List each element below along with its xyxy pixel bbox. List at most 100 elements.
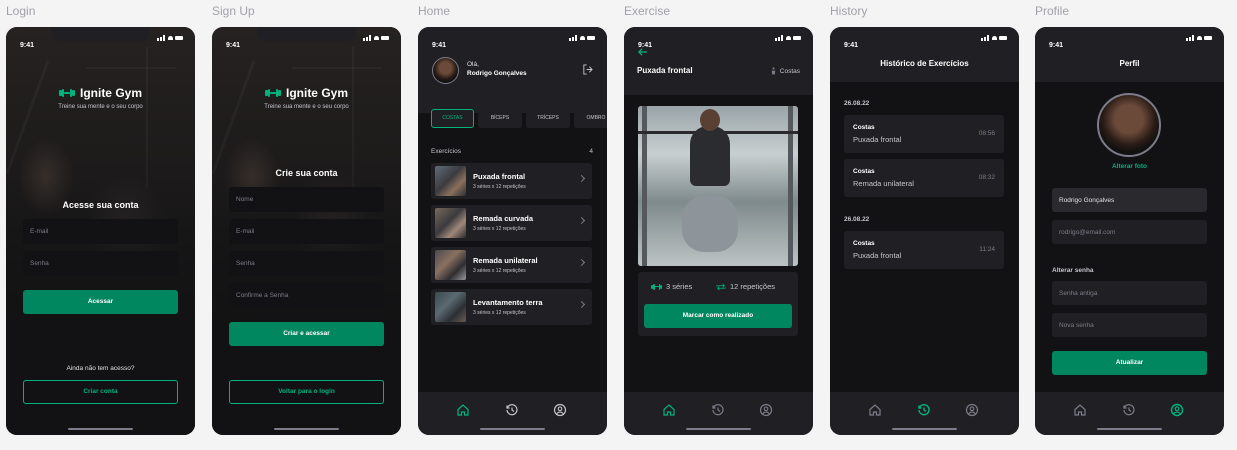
email-field[interactable]: E-mail	[23, 219, 178, 244]
series-info: 3 séries	[651, 282, 692, 291]
history-item: Costas Remada unilateral 08:32	[844, 159, 1004, 197]
history-item: Costas Puxada frontal 11:24	[844, 231, 1004, 269]
password-field[interactable]: Senha	[23, 251, 178, 276]
home-icon[interactable]	[1073, 403, 1087, 417]
email-field[interactable]: E-mail	[229, 219, 384, 244]
status-bar: 9:41	[638, 34, 801, 49]
mark-done-button[interactable]: Marcar como realizado	[644, 304, 792, 328]
frame-label-home: Home	[418, 4, 451, 18]
exercise-name: Puxada frontal	[473, 172, 526, 181]
exercise-card[interactable]: Levantamento terra 3 séries x 12 repetiç…	[431, 289, 592, 325]
dumbbell-icon	[264, 89, 281, 97]
brand-tagline: Treine sua mente e o seu corpo	[264, 104, 349, 110]
chevron-right-icon	[577, 300, 586, 309]
signup-title: Crie sua conta	[275, 168, 338, 178]
profile-icon[interactable]	[965, 403, 979, 417]
status-bar: 9:41	[226, 34, 389, 49]
group-chip-triceps[interactable]: tríceps	[526, 109, 570, 128]
history-item-group: Costas	[853, 240, 875, 247]
exercise-meta: 3 séries x 12 repetições	[473, 268, 526, 274]
history-item-name: Puxada frontal	[853, 135, 902, 144]
exercise-card[interactable]: Puxada frontal 3 séries x 12 repetições	[431, 163, 592, 199]
home-icon[interactable]	[662, 403, 676, 417]
home-icon[interactable]	[868, 403, 882, 417]
login-screen: 9:41 Ignite Gym Treine sua mente e o seu…	[6, 27, 195, 435]
status-time: 9:41	[638, 42, 653, 49]
status-icons	[157, 35, 183, 41]
exercise-card[interactable]: Remada curvada 3 séries x 12 repetições	[431, 205, 592, 241]
profile-icon[interactable]	[1170, 403, 1184, 417]
logout-icon[interactable]	[582, 64, 593, 75]
profile-icon[interactable]	[553, 403, 567, 417]
group-chip-ombro[interactable]: ombro	[574, 109, 607, 128]
no-account-text: Ainda não tem acesso?	[66, 365, 135, 372]
update-button[interactable]: Atualizar	[1052, 351, 1207, 375]
exercise-card[interactable]: Remada unilateral 3 séries x 12 repetiçõ…	[431, 247, 592, 283]
history-date: 26.08.22	[844, 216, 870, 223]
status-bar: 9:41	[20, 34, 183, 49]
back-to-login-button[interactable]: Voltar para o login	[229, 380, 384, 404]
history-item-name: Puxada frontal	[853, 251, 902, 260]
status-icons	[363, 35, 389, 41]
greeting: Olá,	[467, 61, 479, 68]
change-photo-link[interactable]: Alterar foto	[1035, 163, 1224, 170]
profile-icon[interactable]	[759, 403, 773, 417]
profile-title: Perfil	[1119, 59, 1140, 68]
group-chip-costas[interactable]: costas	[431, 109, 474, 128]
signup-screen: 9:41 Ignite Gym Treine sua mente e o seu…	[212, 27, 401, 435]
history-icon[interactable]	[505, 403, 519, 417]
new-password-field[interactable]: Nova senha	[1052, 313, 1207, 337]
frame-label-history: History	[830, 4, 868, 18]
chevron-right-icon	[577, 258, 586, 267]
user-name: Rodrigo Gonçalves	[467, 70, 527, 77]
status-icons	[569, 35, 595, 41]
history-icon[interactable]	[1122, 403, 1136, 417]
exercise-meta: 3 séries x 12 repetições	[473, 226, 526, 232]
history-item-time: 08:56	[978, 130, 995, 137]
history-item-time: 11:24	[979, 246, 995, 253]
status-time: 9:41	[844, 42, 859, 49]
exercise-name: Remada curvada	[473, 214, 534, 223]
body-icon	[771, 67, 776, 75]
history-title: Histórico de Exercícios	[880, 59, 969, 68]
create-account-button[interactable]: Criar conta	[23, 380, 178, 404]
history-screen: 9:41 Histórico de Exercícios 26.08.22 Co…	[830, 27, 1019, 435]
history-item-group: Costas	[853, 168, 875, 175]
dumbbell-icon	[651, 283, 662, 290]
history-icon[interactable]	[711, 403, 725, 417]
exercise-meta: 3 séries x 12 repetições	[473, 310, 526, 316]
user-avatar[interactable]	[432, 57, 459, 84]
confirm-password-field[interactable]: Confirme a Senha	[229, 283, 384, 308]
exercise-screen: 9:41 Puxada frontal Costas 3 séries 12 r…	[624, 27, 813, 435]
login-button[interactable]: Acessar	[23, 290, 178, 314]
status-time: 9:41	[20, 42, 35, 49]
status-time: 9:41	[1049, 42, 1064, 49]
password-field[interactable]: Senha	[229, 251, 384, 276]
old-password-field[interactable]: Senha antiga	[1052, 281, 1207, 305]
reps-info: 12 repetições	[716, 282, 775, 291]
history-date: 26.08.22	[844, 100, 870, 107]
status-bar: 9:41	[1049, 34, 1212, 49]
home-icon[interactable]	[456, 403, 470, 417]
exercise-group: Costas	[770, 67, 800, 75]
status-bar: 9:41	[432, 34, 595, 49]
history-icon[interactable]	[917, 403, 931, 417]
name-field[interactable]: Rodrigo Gonçalves	[1052, 188, 1207, 212]
dumbbell-icon	[58, 89, 75, 97]
exercise-thumbnail	[435, 166, 466, 196]
history-item-name: Remada unilateral	[853, 179, 914, 188]
profile-avatar	[1097, 93, 1161, 157]
history-item-group: Costas	[853, 124, 875, 131]
email-field: rodrigo@email.com	[1052, 220, 1207, 244]
frame-label-exercise: Exercise	[624, 4, 671, 18]
exercise-thumbnail	[435, 292, 466, 322]
brand-tagline: Treine sua mente e o seu corpo	[58, 104, 143, 110]
group-chip-biceps[interactable]: bíceps	[478, 109, 522, 128]
series-count: 3 séries	[666, 282, 693, 291]
status-icons	[1186, 35, 1212, 41]
brand-name: Ignite Gym	[285, 86, 348, 100]
name-field[interactable]: Nome	[229, 187, 384, 212]
frame-label-signup: Sign Up	[212, 4, 255, 18]
signup-button[interactable]: Criar e acessar	[229, 322, 384, 346]
status-icons	[775, 35, 801, 41]
